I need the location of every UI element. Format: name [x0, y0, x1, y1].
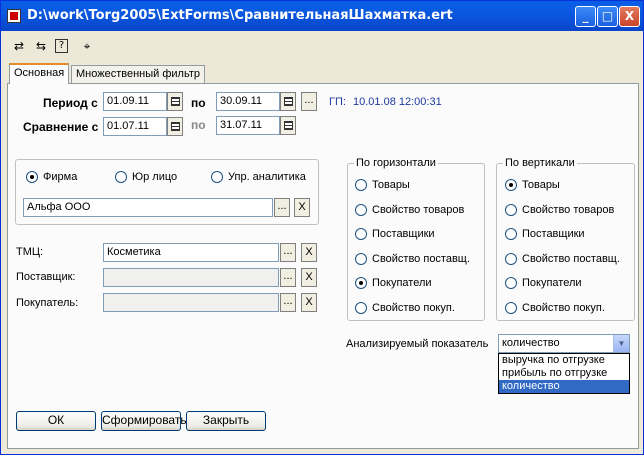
calendar-icon: [171, 97, 180, 106]
period-more-button[interactable]: ...: [301, 92, 317, 111]
vertical-radio-0[interactable]: [505, 179, 517, 191]
maximize-button[interactable]: □: [597, 6, 618, 27]
gp-label: ГП:: [329, 96, 346, 108]
horizontal-group: По горизонтали: [347, 157, 485, 321]
calendar-icon: [284, 121, 293, 130]
supplier-label: Поставщик:: [16, 271, 76, 283]
supplier-clear-button[interactable]: X: [301, 268, 317, 287]
horizontal-group-title: По горизонтали: [354, 157, 438, 169]
title-bar[interactable]: D:\work\Torg2005\ExtForms\СравнительнаяШ…: [1, 1, 643, 31]
supplier-select-button[interactable]: ...: [280, 268, 296, 287]
indicator-option[interactable]: прибыль по отгрузке: [499, 367, 629, 380]
tmc-label: ТМЦ:: [16, 246, 44, 258]
tmc-field[interactable]: Косметика: [103, 243, 279, 262]
horizontal-radio-0[interactable]: [355, 179, 367, 191]
horizontal-radio-label: Свойство покуп.: [372, 301, 455, 314]
horizontal-radio-3[interactable]: [355, 252, 367, 265]
period-from-calendar-button[interactable]: [167, 92, 183, 111]
buyer-label: Покупатель:: [16, 297, 79, 309]
minimize-button[interactable]: _: [575, 6, 596, 27]
entity-select-button[interactable]: ...: [274, 198, 290, 217]
calendar-icon: [171, 122, 180, 131]
period-from-field[interactable]: 01.09.11: [103, 92, 167, 111]
tmc-select-button[interactable]: ...: [280, 243, 296, 262]
period-label: Период с: [43, 96, 98, 110]
comparison-to-field[interactable]: 31.07.11: [216, 116, 280, 135]
pointer-help-icon[interactable]: ⌖: [77, 37, 97, 55]
entity-clear-button[interactable]: X: [294, 198, 310, 217]
close-window-button[interactable]: X: [619, 6, 640, 27]
tool1-icon[interactable]: ⇄: [9, 37, 29, 55]
indicator-option[interactable]: выручка по отгрузке: [499, 354, 629, 367]
radio-firm[interactable]: [26, 171, 38, 183]
radio-firm-label: Фирма: [43, 171, 78, 183]
horizontal-radio-label: Свойство поставщ.: [372, 252, 470, 265]
indicator-label: Анализируемый показатель: [346, 338, 489, 350]
radio-legal-entity[interactable]: [115, 171, 127, 183]
vertical-radio-label: Покупатели: [522, 277, 582, 289]
horizontal-radio-1[interactable]: [355, 203, 367, 216]
tab-multi-filter[interactable]: Множественный фильтр: [71, 65, 205, 84]
supplier-field[interactable]: [103, 268, 279, 287]
gp-value: 10.01.08 12:00:31: [353, 96, 442, 108]
comparison-label: Сравнение с: [23, 120, 99, 134]
tmc-clear-button[interactable]: X: [301, 243, 317, 262]
radio-legal-entity-label: Юр лицо: [132, 171, 178, 183]
horizontal-radio-label: Свойство товаров: [372, 203, 465, 216]
tool2-icon[interactable]: ⇆: [31, 37, 51, 55]
horizontal-radio-2[interactable]: [355, 228, 367, 240]
horizontal-radio-label: Покупатели: [372, 277, 432, 289]
vertical-radio-1[interactable]: [505, 203, 517, 216]
horizontal-radio-5[interactable]: [355, 301, 367, 314]
comparison-to-label: по: [191, 118, 206, 132]
comparison-to-calendar-button[interactable]: [280, 116, 296, 135]
vertical-radio-2[interactable]: [505, 228, 517, 240]
indicator-select-value: количество: [502, 337, 560, 349]
indicator-option[interactable]: количество: [499, 380, 629, 393]
horizontal-radio-label: Товары: [372, 179, 410, 191]
indicator-select[interactable]: количество ▼: [498, 334, 630, 353]
vertical-radio-label: Поставщики: [522, 228, 585, 240]
entity-field[interactable]: Альфа ООО: [23, 198, 273, 217]
indicator-dropdown: выручка по отгрузке прибыль по отгрузке ко…: [498, 353, 630, 394]
comparison-from-field[interactable]: 01.07.11: [103, 117, 167, 136]
radio-mgmt-analytics-label: Упр. аналитика: [228, 171, 306, 183]
window-title: D:\work\Torg2005\ExtForms\СравнительнаяШ…: [27, 8, 453, 23]
vertical-group-title: По вертикали: [503, 157, 577, 169]
buyer-select-button[interactable]: ...: [280, 293, 296, 312]
buyer-clear-button[interactable]: X: [301, 293, 317, 312]
close-button[interactable]: Закрыть: [186, 411, 266, 431]
vertical-radio-label: Свойство товаров: [522, 203, 615, 216]
help-icon[interactable]: ?: [55, 39, 68, 53]
tab-main[interactable]: Основная: [9, 63, 70, 84]
vertical-radio-4[interactable]: [505, 277, 517, 289]
comparison-from-calendar-button[interactable]: [167, 117, 183, 136]
vertical-radio-label: Свойство поставщ.: [522, 252, 620, 265]
ok-button[interactable]: ОК: [16, 411, 96, 431]
horizontal-radio-label: Поставщики: [372, 228, 435, 240]
vertical-radio-5[interactable]: [505, 301, 517, 314]
horizontal-radio-4[interactable]: [355, 277, 367, 289]
vertical-radio-3[interactable]: [505, 252, 517, 265]
period-to-field[interactable]: 30.09.11: [216, 92, 280, 111]
chevron-down-icon[interactable]: ▼: [613, 335, 629, 352]
vertical-radio-label: Товары: [522, 179, 560, 191]
calendar-icon: [284, 97, 293, 106]
vertical-radio-label: Свойство покуп.: [522, 301, 605, 314]
radio-mgmt-analytics[interactable]: [211, 171, 223, 183]
buyer-field[interactable]: [103, 293, 279, 312]
build-button[interactable]: Сформировать: [101, 411, 187, 431]
period-to-calendar-button[interactable]: [280, 92, 296, 111]
app-icon: [7, 9, 21, 23]
vertical-group: По вертикали: [496, 157, 635, 321]
main-window: D:\work\Torg2005\ExtForms\СравнительнаяШ…: [0, 0, 644, 455]
period-to-label: по: [191, 96, 206, 110]
